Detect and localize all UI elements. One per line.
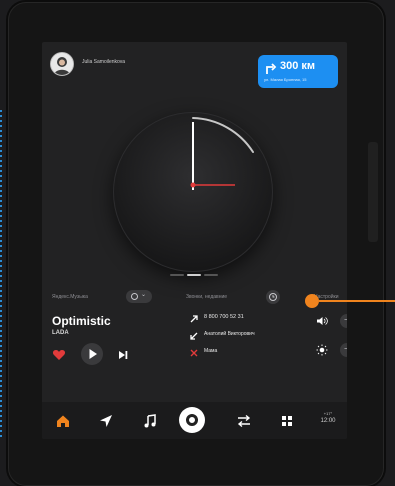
heart-icon[interactable] xyxy=(52,348,66,362)
music-widget: Яндекс.Музыка ⌄ Optimistic LADA xyxy=(52,290,172,370)
next-track-icon[interactable] xyxy=(116,348,130,362)
recent-calls-widget: Звонки, недавние 8 800 700 52 31 Анатоли… xyxy=(182,290,292,370)
nav-distance: 300 км xyxy=(280,60,316,72)
source-icon xyxy=(131,293,138,300)
outgoing-call-icon xyxy=(190,315,198,323)
call-item[interactable]: Мама xyxy=(188,346,298,358)
turn-right-icon xyxy=(266,63,277,74)
call-contact: Мама xyxy=(204,348,218,354)
analog-clock xyxy=(113,112,273,272)
alice-assistant-button[interactable] xyxy=(179,407,205,433)
avatar[interactable] xyxy=(50,52,74,76)
missed-call-icon xyxy=(190,349,198,357)
music-source-button[interactable]: ⌄ xyxy=(126,290,152,303)
call-item[interactable]: Анатолий Викторович xyxy=(188,329,298,341)
apps-icon xyxy=(282,416,292,426)
device-side-edge xyxy=(368,142,378,242)
head-unit-screen: Julia Samoilenkova 300 км ул. Малая Брон… xyxy=(42,42,347,439)
dock-navigator[interactable] xyxy=(97,412,115,430)
user-avatar-icon xyxy=(51,53,73,75)
call-item[interactable]: 8 800 700 52 31 xyxy=(188,312,298,324)
navigation-card[interactable]: 300 км ул. Малая Бронная, 15 xyxy=(258,55,338,88)
minus-label: − xyxy=(344,315,347,324)
transfer-icon xyxy=(237,414,251,428)
music-icon xyxy=(144,414,156,428)
call-contact: Анатолий Викторович xyxy=(204,331,255,337)
track-artist: LADA xyxy=(52,330,69,336)
alice-icon xyxy=(186,414,198,426)
volume-down-button[interactable]: − xyxy=(340,314,347,328)
dock-time: 12:00 xyxy=(320,418,336,424)
bottom-dock: +17° 12:00 xyxy=(42,402,347,439)
home-icon xyxy=(57,415,69,427)
top-bar: Julia Samoilenkova 300 км ул. Малая Брон… xyxy=(42,42,347,90)
incoming-call-icon xyxy=(190,332,198,340)
callout-marker xyxy=(305,294,319,308)
nav-destination: ул. Малая Бронная, 15 xyxy=(264,77,307,82)
music-service-label: Яндекс.Музыка xyxy=(52,294,88,300)
dotted-guide xyxy=(0,110,2,440)
weather-temp: +17° xyxy=(323,411,333,416)
history-icon xyxy=(269,293,277,301)
recent-calls-header: Звонки, недавние xyxy=(186,294,228,300)
chevron-down-icon: ⌄ xyxy=(141,292,147,298)
play-button[interactable] xyxy=(81,343,103,365)
minus-label: − xyxy=(344,344,347,353)
play-icon xyxy=(89,349,97,359)
dock-apps[interactable] xyxy=(278,412,296,430)
dock-music[interactable] xyxy=(141,412,159,430)
dock-transfer[interactable] xyxy=(235,412,253,430)
clock-center xyxy=(190,182,196,188)
track-title: Optimistic xyxy=(52,314,111,328)
clock-face xyxy=(190,117,254,190)
call-number: 8 800 700 52 31 xyxy=(204,314,244,320)
brightness-down-button[interactable]: − xyxy=(340,343,347,357)
call-history-button[interactable] xyxy=(266,290,280,304)
dock-home[interactable] xyxy=(54,412,72,430)
weather-widget[interactable]: +17° 12:00 xyxy=(314,411,342,424)
navigator-icon xyxy=(100,415,112,427)
page-indicator xyxy=(170,274,218,277)
brightness-icon xyxy=(316,344,328,356)
volume-icon xyxy=(317,317,328,325)
user-name: Julia Samoilenkova xyxy=(82,59,126,65)
callout-line xyxy=(319,300,395,302)
